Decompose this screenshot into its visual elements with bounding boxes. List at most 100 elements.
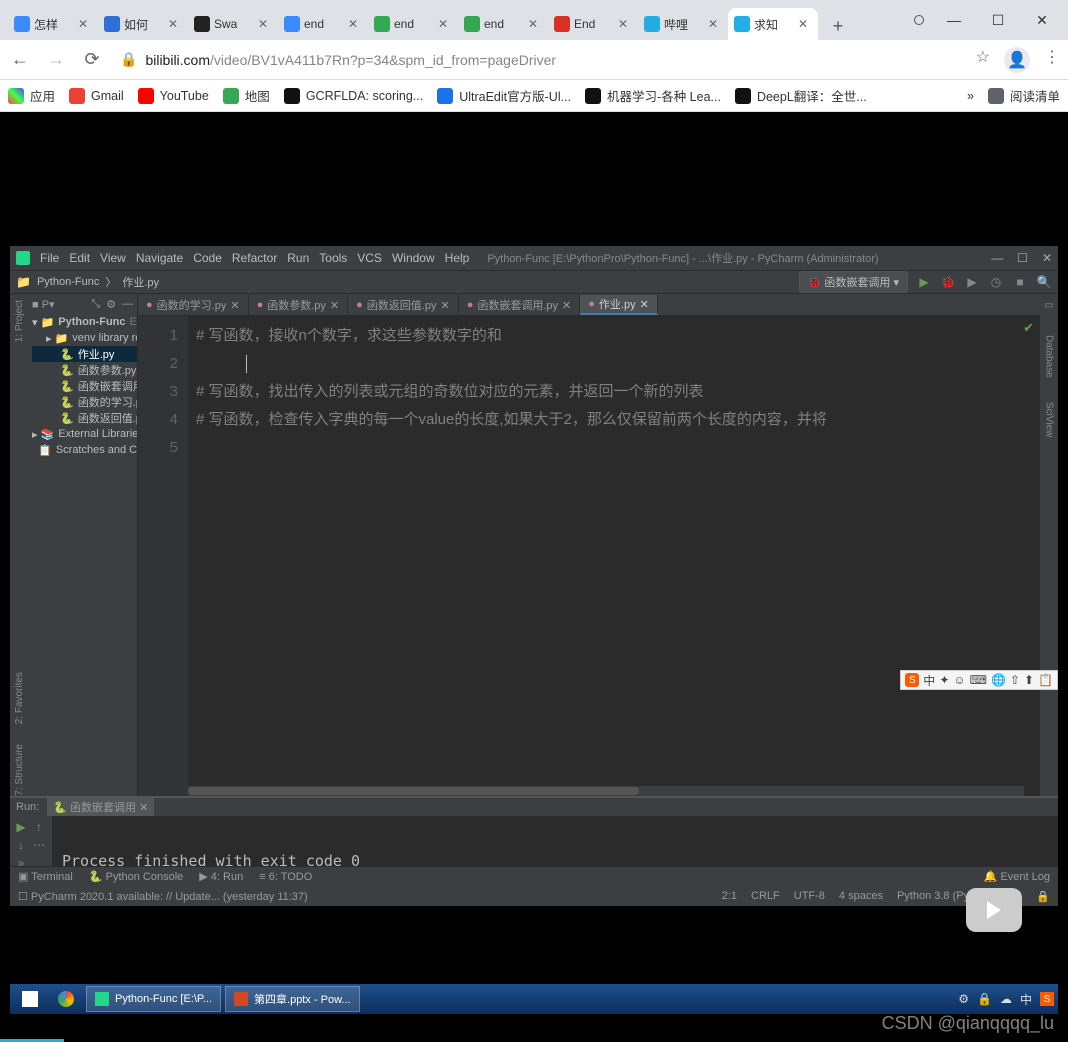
sidebar-favorites[interactable]: 2: Favorites xyxy=(14,672,25,724)
tray-icon[interactable]: ⚙ xyxy=(958,992,969,1006)
collapse-icon[interactable]: ⤡ xyxy=(91,298,100,311)
tab-5[interactable]: end✕ xyxy=(458,8,548,40)
tree-file-4[interactable]: 🐍 函数返回值.py xyxy=(32,410,137,426)
bookmark-youtube[interactable]: YouTube xyxy=(138,88,209,104)
editor-tab-3[interactable]: ●函数嵌套调用.py ✕ xyxy=(459,295,581,315)
bookmark-overflow[interactable]: » xyxy=(967,89,974,103)
tree-file-3[interactable]: 🐍 函数的学习.py xyxy=(32,394,137,410)
breadcrumb-file[interactable]: 作业.py xyxy=(122,274,159,290)
tab-1[interactable]: 如何✕ xyxy=(98,8,188,40)
play-button[interactable] xyxy=(966,888,1022,932)
sidebar-structure[interactable]: 7: Structure xyxy=(14,744,25,796)
indent[interactable]: 4 spaces xyxy=(839,890,883,903)
menu-edit[interactable]: Edit xyxy=(69,251,90,265)
bookmark-deepl[interactable]: DeepL翻译：全世... xyxy=(735,86,867,105)
pycharm-minimize[interactable]: — xyxy=(991,251,1003,265)
encoding[interactable]: UTF-8 xyxy=(794,890,825,903)
close-icon[interactable]: ✕ xyxy=(438,17,452,31)
search-icon[interactable]: 🔍 xyxy=(1036,275,1052,289)
event-log[interactable]: 🔔 Event Log xyxy=(984,870,1050,883)
tab-4[interactable]: end✕ xyxy=(368,8,458,40)
editor-tab-2[interactable]: ●函数返回值.py ✕ xyxy=(348,295,459,315)
up-icon[interactable]: ↓ xyxy=(14,838,28,852)
minimize-button[interactable]: — xyxy=(940,12,968,28)
breadcrumb-root[interactable]: Python-Func xyxy=(37,276,99,288)
forward-button[interactable]: → xyxy=(44,48,68,72)
bookmark-gmail[interactable]: Gmail xyxy=(69,88,124,104)
menu-refactor[interactable]: Refactor xyxy=(232,251,277,265)
ime-keyboard[interactable]: ⌨ xyxy=(970,673,987,687)
ime-lang[interactable]: 中 xyxy=(923,672,935,689)
code-lines[interactable]: # 写函数，接收n个数字，求这些参数数字的和 # 写函数，找出传入的列表或元组的… xyxy=(188,316,1040,796)
close-icon[interactable]: ✕ xyxy=(168,17,182,31)
ime-punct[interactable]: ✦ xyxy=(939,673,949,687)
video-area[interactable]: File Edit View Navigate Code Refactor Ru… xyxy=(0,112,1068,1042)
tray-lang[interactable]: 中 xyxy=(1020,991,1032,1008)
tab-8[interactable]: 求知✕ xyxy=(728,8,818,40)
tray-icon[interactable]: ☁ xyxy=(1000,992,1012,1006)
menu-navigate[interactable]: Navigate xyxy=(136,251,183,265)
editor-tab-1[interactable]: ●函数参数.py ✕ xyxy=(249,295,349,315)
bookmark-ml[interactable]: 机器学习-各种 Lea... xyxy=(585,86,721,105)
ime-clip[interactable]: 📋 xyxy=(1038,673,1053,687)
ime-up[interactable]: ⬆ xyxy=(1024,673,1034,687)
tree-file-0[interactable]: 🐍 作业.py xyxy=(32,346,137,362)
tray-icon[interactable]: 🔒 xyxy=(977,992,992,1006)
coverage-icon[interactable]: ▶ xyxy=(964,275,980,289)
run-config-dropdown[interactable]: 🐞 函数嵌套调用 ▾ xyxy=(799,271,908,293)
hide-icon[interactable]: — xyxy=(122,298,133,311)
debug-icon[interactable]: 🐞 xyxy=(940,275,956,289)
tab-6[interactable]: End✕ xyxy=(548,8,638,40)
menu-tools[interactable]: Tools xyxy=(319,251,347,265)
system-tray[interactable]: ⚙ 🔒 ☁ 中 S xyxy=(958,991,1054,1008)
horizontal-scrollbar[interactable] xyxy=(188,786,1024,796)
profile-icon[interactable]: 👤 xyxy=(1004,47,1030,73)
sidebar-database[interactable]: Database xyxy=(1044,335,1055,378)
editor-tab-4[interactable]: ●作业.py ✕ xyxy=(580,295,658,315)
tab-terminal[interactable]: ▣ Terminal xyxy=(18,870,73,883)
down-icon[interactable]: ⋯ xyxy=(32,838,46,852)
apps-button[interactable]: 应用 xyxy=(8,86,55,105)
bookmark-maps[interactable]: 地图 xyxy=(223,86,270,105)
bookmark-ultraedit[interactable]: UltraEdit官方版-Ul... xyxy=(437,86,571,105)
lock-icon[interactable]: 🔒 xyxy=(1036,890,1050,903)
tab-todo[interactable]: ≡ 6: TODO xyxy=(259,871,312,883)
taskbar-pycharm[interactable]: Python-Func [E:\P... xyxy=(86,986,221,1012)
tab-2[interactable]: Swa✕ xyxy=(188,8,278,40)
ime-shift[interactable]: ⇧ xyxy=(1010,673,1020,687)
ime-globe[interactable]: 🌐 xyxy=(991,673,1006,687)
menu-code[interactable]: Code xyxy=(193,251,222,265)
close-icon[interactable]: ✕ xyxy=(258,17,272,31)
tab-run[interactable]: ▶ 4: Run xyxy=(199,870,243,883)
tab-7[interactable]: 哔哩✕ xyxy=(638,8,728,40)
run-tab[interactable]: 🐍 函数嵌套调用 ✕ xyxy=(47,798,154,816)
sidebar-sciview[interactable]: SciView xyxy=(1044,402,1055,437)
close-icon[interactable]: ✕ xyxy=(348,17,362,31)
reload-button[interactable]: ⟳ xyxy=(80,48,104,72)
close-icon[interactable]: ✕ xyxy=(708,17,722,31)
taskbar-chrome[interactable] xyxy=(50,986,82,1012)
star-icon[interactable]: ☆ xyxy=(976,47,990,73)
profile-icon-pyc[interactable]: ◷ xyxy=(988,275,1004,289)
run-icon[interactable]: ▶ xyxy=(916,275,932,289)
ime-emoji[interactable]: ☺ xyxy=(953,673,965,687)
close-button[interactable]: ✕ xyxy=(1028,12,1056,29)
close-icon[interactable]: ✕ xyxy=(528,17,542,31)
close-icon[interactable]: ✕ xyxy=(798,17,812,31)
gear-icon[interactable]: ⚙ xyxy=(106,298,116,311)
kebab-menu-icon[interactable]: ⋮ xyxy=(1044,47,1060,73)
caret-pos[interactable]: 2:1 xyxy=(722,890,737,903)
sogou-tray-icon[interactable]: S xyxy=(1040,992,1054,1006)
stop-icon[interactable]: ↑ xyxy=(32,820,46,834)
ime-toolbar[interactable]: S 中 ✦ ☺ ⌨ 🌐 ⇧ ⬆ 📋 xyxy=(900,670,1058,690)
tree-scratches[interactable]: 📋 Scratches and Co xyxy=(32,442,137,458)
menu-view[interactable]: View xyxy=(100,251,126,265)
close-icon[interactable]: ✕ xyxy=(78,17,92,31)
omnibox[interactable]: 🔒 bilibili.com/video/BV1vA411b7Rn?p=34&s… xyxy=(116,51,964,68)
menu-file[interactable]: File xyxy=(40,251,59,265)
stop-icon[interactable]: ■ xyxy=(1012,275,1028,289)
editor-tab-0[interactable]: ●函数的学习.py ✕ xyxy=(138,295,249,315)
bookmark-gcrflda[interactable]: GCRFLDA: scoring... xyxy=(284,88,423,104)
pycharm-maximize[interactable]: ☐ xyxy=(1017,251,1028,265)
tab-3[interactable]: end✕ xyxy=(278,8,368,40)
